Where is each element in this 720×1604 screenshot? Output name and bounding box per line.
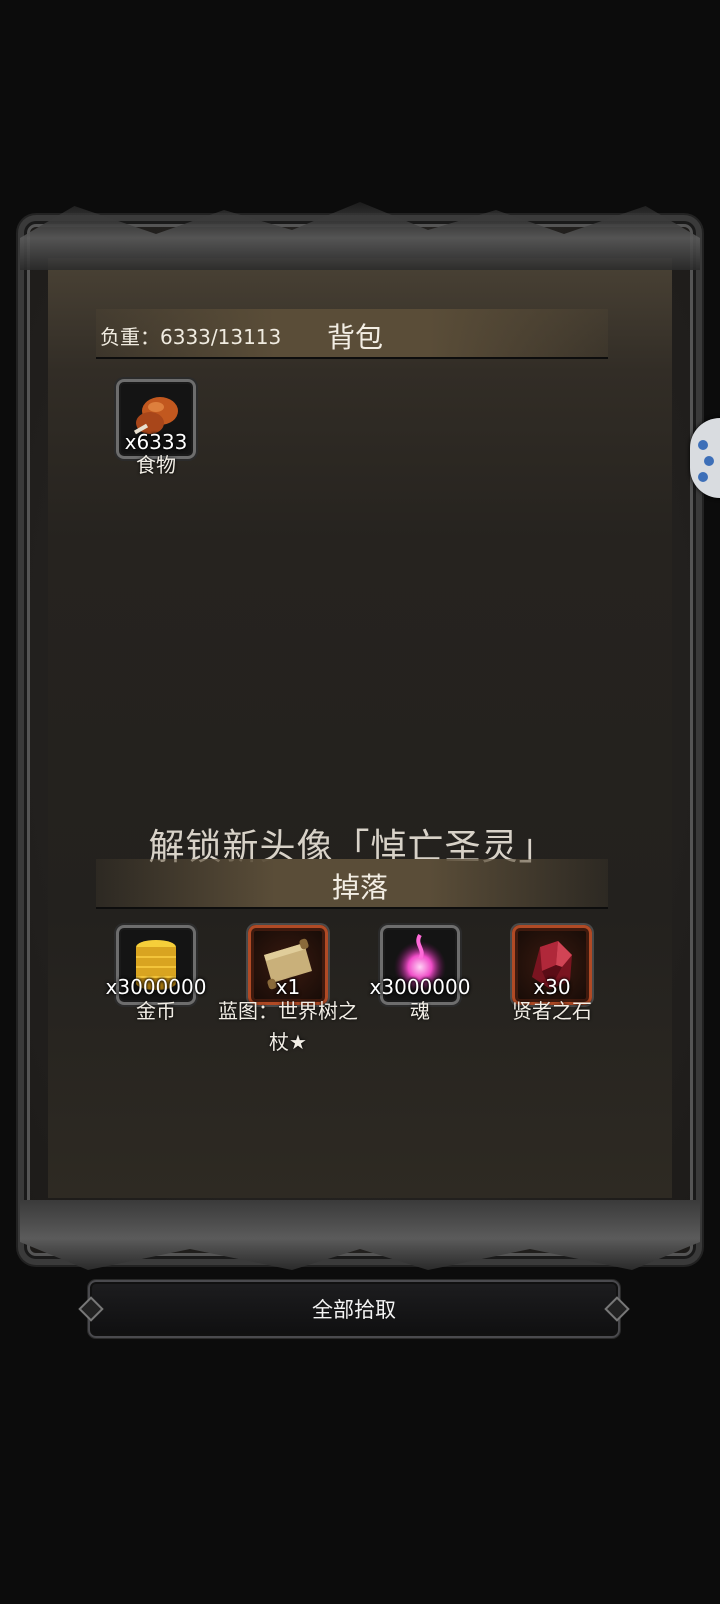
drop-item-name: 魂 xyxy=(410,999,430,1023)
drop-title: 掉落 xyxy=(331,871,388,904)
collect-all-button[interactable]: 全部拾取 xyxy=(88,1280,620,1338)
weight-label: 负重：6333/13113 xyxy=(100,325,282,349)
drop-item-name: 金币 xyxy=(136,999,176,1023)
drop-item-name: 贤者之石 xyxy=(512,999,592,1023)
bag-title: 背包 xyxy=(326,321,383,354)
ornate-frame-top xyxy=(20,202,700,270)
bubble-dot xyxy=(704,456,714,466)
bubble-dot xyxy=(698,472,708,482)
collect-all-label: 全部拾取 xyxy=(312,1298,396,1322)
bubble-dot xyxy=(698,440,708,450)
bag-item-name: 食物 xyxy=(136,453,176,477)
drop-item-name: 蓝图：世界树之杖★ xyxy=(218,999,358,1054)
